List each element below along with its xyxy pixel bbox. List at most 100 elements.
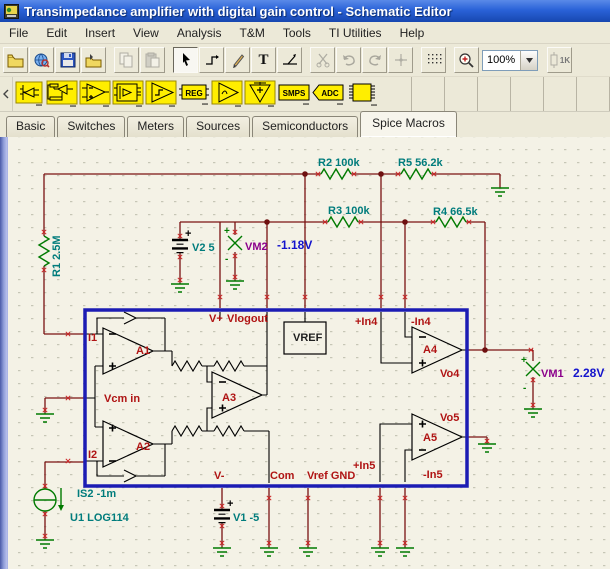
palette-adc[interactable]: ADC bbox=[311, 77, 345, 111]
grid-dots-icon bbox=[427, 54, 441, 64]
schematic-canvas[interactable]: + + + - + - R1 2.5M R2 100k R5 56.2k R3 … bbox=[0, 137, 610, 569]
undo-icon bbox=[342, 55, 355, 66]
pin-vcm-in: Vcm in bbox=[104, 393, 140, 405]
palette-empty-cell bbox=[577, 77, 610, 111]
menu-tools[interactable]: Tools bbox=[274, 24, 320, 42]
r5-label[interactable]: R5 56.2k bbox=[398, 157, 444, 169]
palette-empty-cell bbox=[478, 77, 511, 111]
open-example-button[interactable] bbox=[29, 47, 54, 73]
window-edge-strip bbox=[0, 137, 8, 569]
tab-basic[interactable]: Basic bbox=[6, 116, 56, 137]
open-file-button[interactable] bbox=[3, 47, 28, 73]
amp-a3: A3 bbox=[222, 392, 236, 404]
tab-spice-macros[interactable]: Spice Macros bbox=[360, 111, 457, 137]
switch-tool-button[interactable] bbox=[277, 47, 302, 73]
probe-pen-button[interactable] bbox=[225, 47, 250, 73]
v1-label[interactable]: V1 -5 bbox=[233, 512, 259, 524]
r4-label[interactable]: R4 66.5k bbox=[433, 206, 479, 218]
v2-label[interactable]: V2 5 bbox=[192, 242, 215, 254]
palette-vref[interactable] bbox=[244, 77, 277, 111]
tab-semiconductors[interactable]: Semiconductors bbox=[252, 116, 359, 137]
amp-a2: A2 bbox=[136, 441, 150, 453]
resistor-icon-label: 1K bbox=[559, 55, 571, 65]
tab-sources[interactable]: Sources bbox=[186, 116, 251, 137]
r3-label[interactable]: R3 100k bbox=[328, 205, 370, 217]
resistor-value-button[interactable]: 1K bbox=[547, 47, 572, 73]
undo-button[interactable] bbox=[336, 47, 361, 73]
r1-label[interactable]: R1 2.5M bbox=[51, 235, 63, 277]
tab-meters[interactable]: Meters bbox=[127, 116, 185, 137]
palette-ic-chip[interactable] bbox=[345, 77, 379, 111]
palette-smps[interactable]: SMPS bbox=[277, 77, 311, 111]
zoom-dropdown-button[interactable] bbox=[520, 50, 537, 70]
menu-insert[interactable]: Insert bbox=[76, 24, 124, 42]
schematic-drawing[interactable]: + + + - + - R1 2.5MR2 100k R5 56.2kR3 10… bbox=[0, 137, 610, 569]
tab-switches[interactable]: Switches bbox=[57, 116, 126, 137]
svg-text:REG: REG bbox=[186, 89, 203, 98]
svg-text:+: + bbox=[227, 498, 233, 510]
component-tab-bar: Basic Switches Meters Sources Semiconduc… bbox=[0, 111, 610, 137]
u1-label[interactable]: U1 LOG114 bbox=[70, 512, 130, 524]
palette-empty-cell bbox=[511, 77, 544, 111]
wire-tool-button[interactable] bbox=[199, 47, 224, 73]
export-file-button[interactable] bbox=[81, 47, 106, 73]
chevron-left-icon bbox=[2, 89, 9, 99]
junction-cross-icon bbox=[394, 54, 407, 66]
menu-tm[interactable]: T&M bbox=[231, 24, 274, 42]
palette-opamp-boxed[interactable] bbox=[112, 77, 145, 111]
text-tool-button[interactable]: T bbox=[251, 47, 276, 73]
pin-i2: I2 bbox=[88, 449, 97, 461]
grid-toggle-button[interactable] bbox=[421, 47, 446, 73]
palette-opamp-pins[interactable] bbox=[13, 77, 46, 111]
resistor-icon bbox=[550, 52, 558, 68]
palette-opamp-feedback[interactable] bbox=[46, 77, 79, 111]
pin-in5-plus: +In5 bbox=[353, 460, 375, 472]
folder-export-icon bbox=[85, 53, 102, 67]
pin-vplus: V+ bbox=[209, 313, 223, 325]
menu-ti-utilities[interactable]: TI Utilities bbox=[320, 24, 391, 42]
svg-text:+: + bbox=[521, 355, 527, 366]
svg-text:SMPS: SMPS bbox=[282, 89, 305, 98]
pin-in4-minus: -In4 bbox=[411, 316, 431, 328]
menu-file[interactable]: File bbox=[0, 24, 37, 42]
save-button[interactable] bbox=[55, 47, 80, 73]
redo-icon bbox=[368, 55, 381, 66]
palette-scroll-left-button[interactable] bbox=[0, 77, 13, 111]
delete-button[interactable] bbox=[310, 47, 335, 73]
component-palette: REG SMPS ADC bbox=[0, 77, 610, 112]
amp-a1: A1 bbox=[136, 345, 150, 357]
zoom-level-value: 100% bbox=[487, 54, 516, 66]
window-title: Transimpedance amplifier with digital ga… bbox=[24, 3, 452, 19]
redo-button[interactable] bbox=[362, 47, 387, 73]
vm2-label[interactable]: VM2 bbox=[245, 241, 268, 253]
zoom-tool-button[interactable] bbox=[454, 47, 479, 73]
vm1-value[interactable]: 2.28V bbox=[573, 366, 604, 380]
palette-opamp-symbol[interactable] bbox=[79, 77, 112, 111]
pin-vo4: Vo4 bbox=[440, 368, 460, 380]
menu-edit[interactable]: Edit bbox=[37, 24, 76, 42]
menu-analysis[interactable]: Analysis bbox=[168, 24, 231, 42]
menu-view[interactable]: View bbox=[124, 24, 168, 42]
pen-icon bbox=[233, 54, 245, 68]
toolbar-separator bbox=[540, 47, 547, 73]
toolbar-separator bbox=[303, 47, 310, 73]
pin-in4-plus: +In4 bbox=[355, 316, 378, 328]
copy-button[interactable] bbox=[114, 47, 139, 73]
vm2-value[interactable]: -1.18V bbox=[277, 238, 312, 252]
zoom-level-combo[interactable]: 100% bbox=[482, 49, 538, 71]
toolbar-separator bbox=[414, 47, 421, 73]
is2-label[interactable]: IS2 -1m bbox=[77, 488, 116, 500]
vm1-label[interactable]: VM1 bbox=[541, 368, 564, 380]
pin-in5-minus: -In5 bbox=[423, 469, 443, 481]
r2-label[interactable]: R2 100k bbox=[318, 157, 360, 169]
palette-regulator[interactable]: REG bbox=[178, 77, 211, 111]
select-arrow-button[interactable] bbox=[173, 47, 198, 73]
toolbar-separator bbox=[166, 47, 173, 73]
wire-tool-icon bbox=[205, 55, 219, 65]
palette-comparator[interactable] bbox=[145, 77, 178, 111]
title-bar[interactable]: Transimpedance amplifier with digital ga… bbox=[0, 0, 610, 22]
junction-tool-button[interactable] bbox=[388, 47, 413, 73]
palette-buffer[interactable] bbox=[211, 77, 244, 111]
paste-button[interactable] bbox=[140, 47, 165, 73]
menu-help[interactable]: Help bbox=[391, 24, 434, 42]
